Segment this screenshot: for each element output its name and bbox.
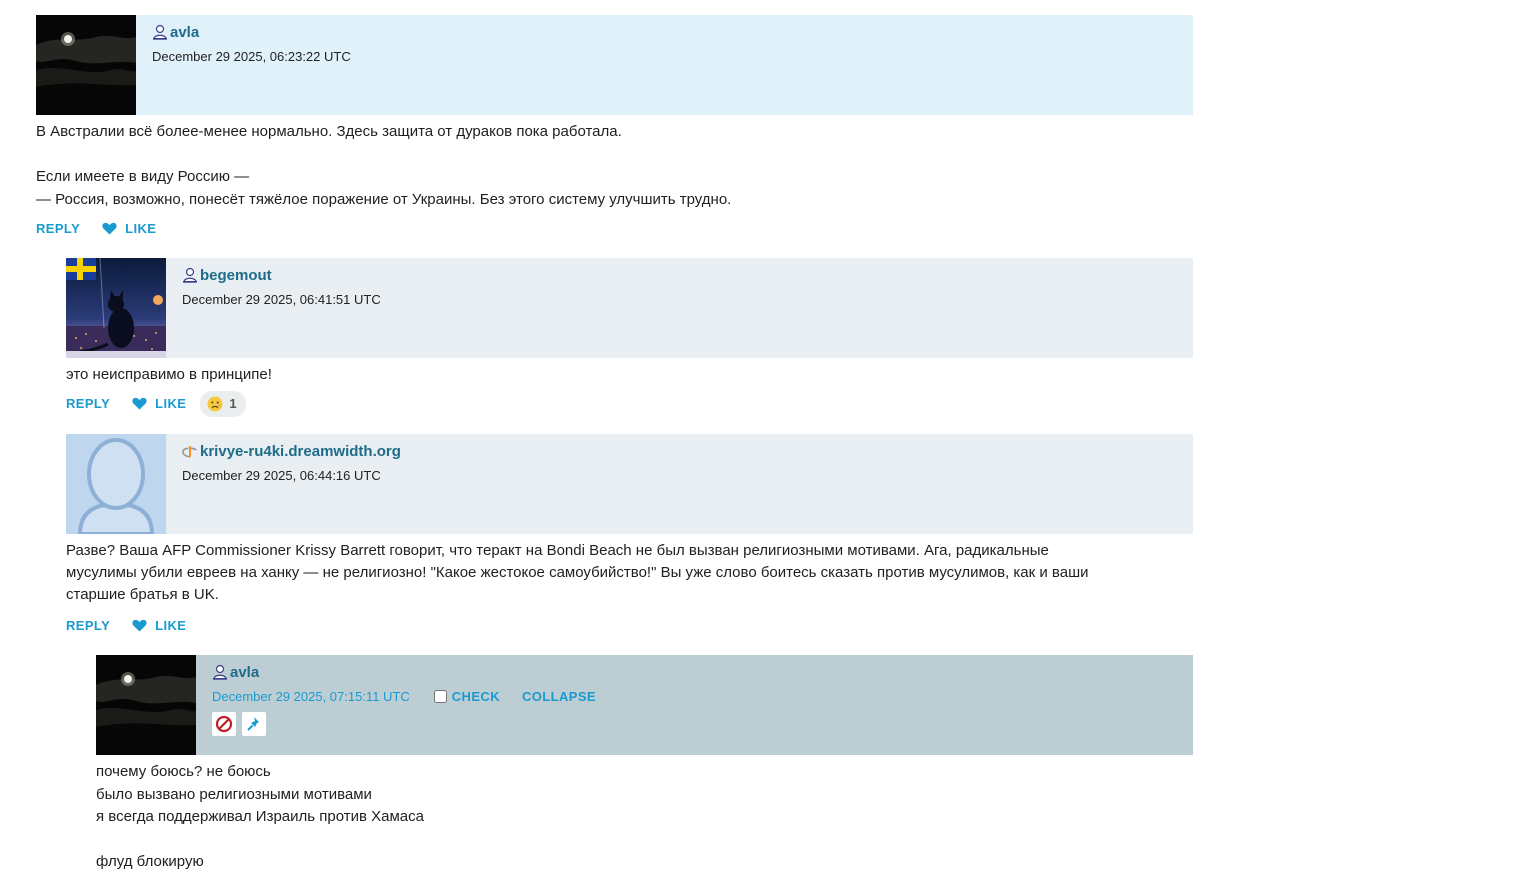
- like-button[interactable]: LIKE: [102, 221, 156, 236]
- comment-date: December 29 2025, 06:23:22 UTC: [152, 49, 351, 64]
- comment-body: В Австралии всё более-менее нормально. З…: [36, 121, 1193, 211]
- heart-icon: [102, 222, 117, 235]
- comment-text-line: почему боюсь? не боюсь: [96, 763, 271, 780]
- comment-header: avla December 29 2025, 06:23:22 UTC: [36, 15, 1193, 115]
- avatar[interactable]: [66, 258, 166, 358]
- like-button[interactable]: LIKE: [132, 618, 186, 633]
- comment-actions: REPLY LIKE 1: [66, 390, 1193, 417]
- comment-actions: REPLY LIKE: [36, 215, 1193, 241]
- comment-text-line: мусулимы убили евреев на ханку — не рели…: [66, 564, 1089, 581]
- comment-text-line: я всегда поддерживал Израиль против Хама…: [96, 808, 424, 825]
- comment-text-line: старшие братья в UK.: [66, 586, 219, 603]
- reply-button[interactable]: REPLY: [66, 618, 110, 633]
- comment-header: begemout December 29 2025, 06:41:51 UTC: [66, 258, 1193, 358]
- comment-date: December 29 2025, 06:44:16 UTC: [182, 468, 381, 483]
- check-label: CHECK: [451, 689, 500, 704]
- reply-button[interactable]: REPLY: [36, 221, 80, 236]
- collapse-link[interactable]: COLLAPSE: [522, 689, 596, 704]
- heart-icon: [132, 619, 147, 632]
- comment-date-link[interactable]: December 29 2025, 07:15:11 UTC: [212, 689, 410, 704]
- comment-4: avla December 29 2025, 07:15:11 UTC CHEC…: [96, 655, 1193, 874]
- comment-header: avla December 29 2025, 07:15:11 UTC CHEC…: [96, 655, 1193, 755]
- comment-text-line: это неисправимо в принципе!: [66, 366, 272, 383]
- comment-body: это неисправимо в принципе!: [66, 364, 1193, 387]
- username-link[interactable]: begemout: [182, 266, 381, 284]
- pin-icon: [247, 717, 259, 731]
- like-label: LIKE: [155, 396, 187, 411]
- username-text: krivye-ru4ki.dreamwidth.org: [200, 442, 401, 460]
- comment-body: почему боюсь? не боюсь было вызвано рели…: [96, 761, 1193, 874]
- comment-text-line: Если имеете в виду Россию —: [36, 168, 250, 185]
- pin-button[interactable]: [242, 712, 266, 736]
- username-link[interactable]: avla: [152, 23, 351, 41]
- comment-blank-line: [36, 144, 1193, 167]
- heart-icon: [132, 397, 147, 410]
- reaction-badge[interactable]: 1: [200, 390, 247, 417]
- username-link[interactable]: avla: [212, 663, 596, 681]
- avatar[interactable]: [66, 434, 166, 534]
- username-text: avla: [230, 663, 260, 681]
- username-text: begemout: [200, 266, 272, 284]
- comment-2: begemout December 29 2025, 06:41:51 UTC …: [66, 258, 1193, 417]
- moderation-tools: [212, 712, 596, 736]
- comment-text-line: Разве? Ваша AFP Commissioner Krissy Barr…: [66, 542, 1049, 559]
- comment-1: avla December 29 2025, 06:23:22 UTC В Ав…: [36, 15, 1193, 241]
- comment-date: December 29 2025, 06:41:51 UTC: [182, 292, 381, 307]
- comment-body: Разве? Ваша AFP Commissioner Krissy Barr…: [66, 540, 1193, 606]
- reply-button[interactable]: REPLY: [66, 396, 110, 411]
- comment-text-line: В Австралии всё более-менее нормально. З…: [36, 123, 622, 140]
- check-control[interactable]: CHECK: [433, 689, 500, 704]
- username-text: avla: [170, 23, 200, 41]
- comment-text-line: — Россия, возможно, понесёт тяжёлое пора…: [36, 190, 732, 208]
- comment-blank-line: [96, 829, 1193, 852]
- comment-date-row: December 29 2025, 07:15:11 UTC CHECK COL…: [212, 689, 596, 704]
- avatar[interactable]: [96, 655, 196, 755]
- avatar[interactable]: [36, 15, 136, 115]
- reaction-count: 1: [229, 396, 238, 411]
- sad-face-icon: [207, 396, 223, 411]
- comment-actions: REPLY LIKE: [66, 612, 1193, 638]
- check-checkbox[interactable]: [433, 690, 447, 703]
- ban-icon: [215, 715, 233, 733]
- personal-journal-icon: [182, 267, 198, 283]
- like-button[interactable]: LIKE: [132, 396, 186, 411]
- like-label: LIKE: [155, 617, 187, 633]
- comment-text-line: было вызвано религиозными мотивами: [96, 785, 372, 803]
- comment-3: krivye-ru4ki.dreamwidth.org December 29 …: [66, 434, 1193, 638]
- comment-text-line: флуд блокирую: [96, 853, 204, 870]
- comment-header: krivye-ru4ki.dreamwidth.org December 29 …: [66, 434, 1193, 534]
- ban-button[interactable]: [212, 712, 236, 736]
- openid-icon: [182, 446, 197, 458]
- username-link[interactable]: krivye-ru4ki.dreamwidth.org: [182, 442, 401, 460]
- personal-journal-icon: [152, 24, 168, 40]
- like-label: LIKE: [125, 220, 157, 236]
- personal-journal-icon: [212, 664, 228, 680]
